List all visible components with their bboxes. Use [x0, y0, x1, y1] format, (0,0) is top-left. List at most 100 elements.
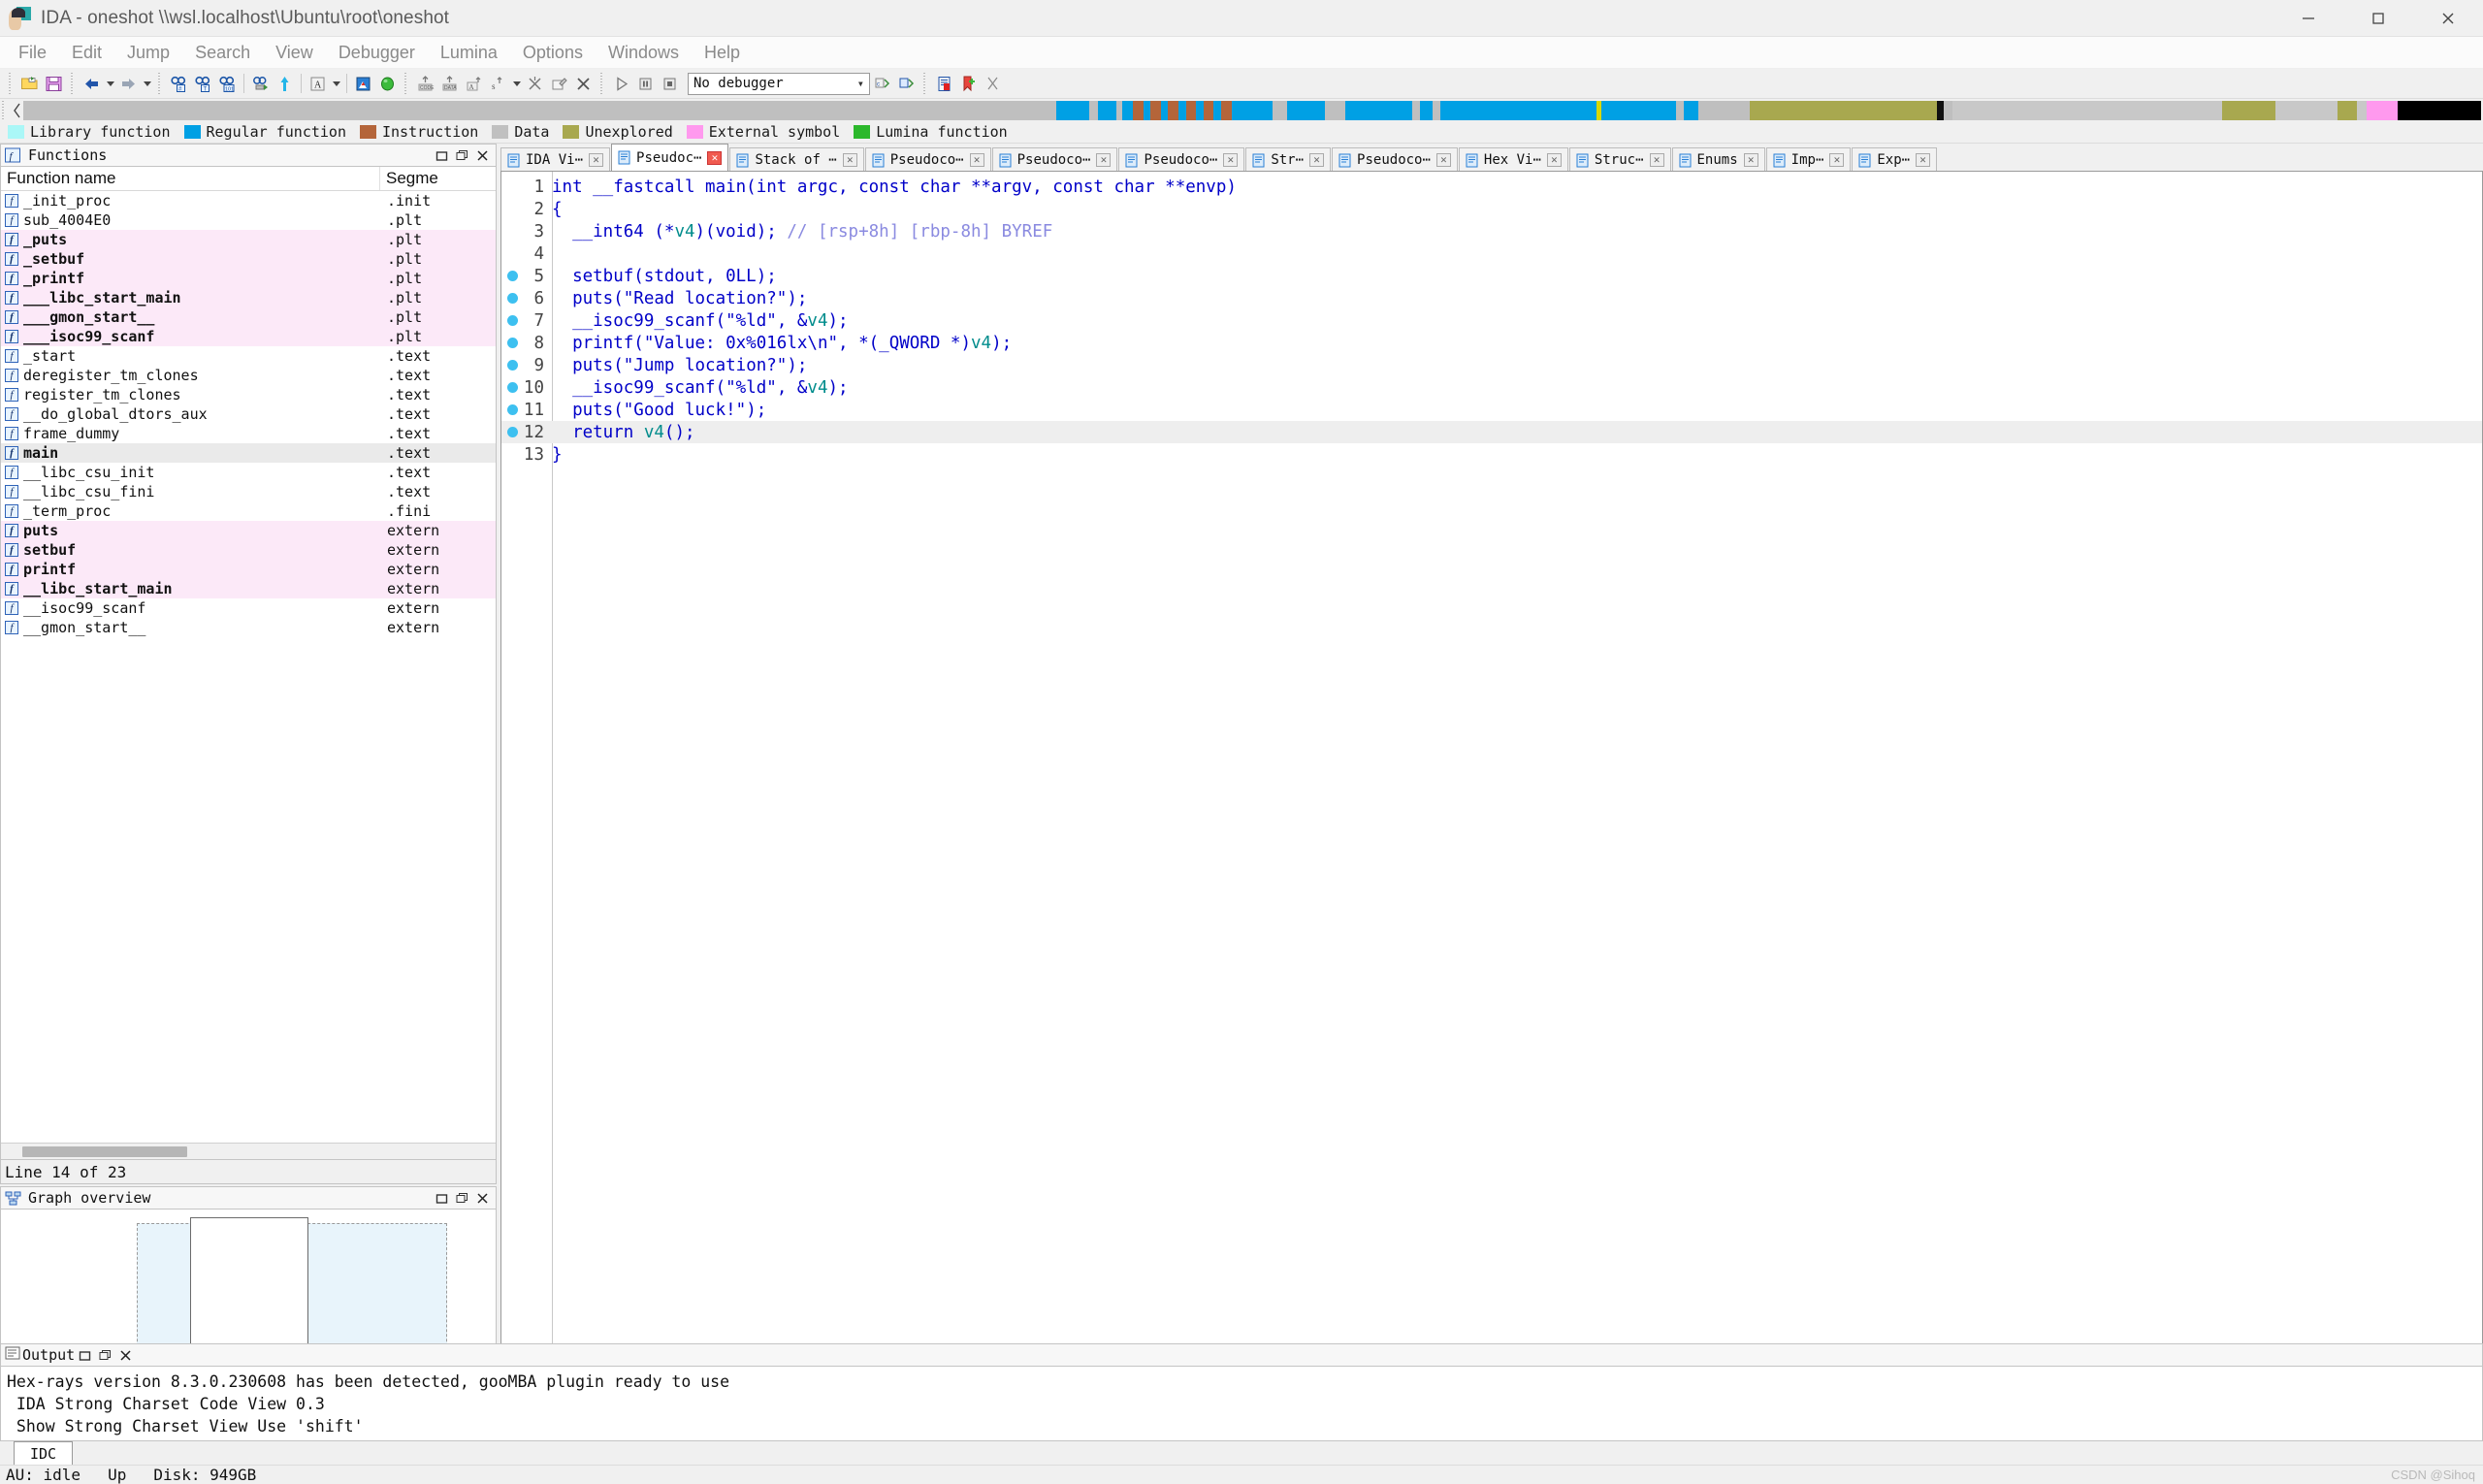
- undefine-icon[interactable]: [523, 72, 547, 96]
- list-icon[interactable]: [932, 72, 956, 96]
- navband-segment[interactable]: [1412, 101, 1421, 120]
- navband-segment[interactable]: [1213, 101, 1220, 120]
- navband-segment[interactable]: [1433, 101, 1441, 120]
- table-row[interactable]: f___gmon_start__.plt: [1, 307, 496, 327]
- navigation-band[interactable]: [23, 101, 2481, 120]
- breakpoint-dot-icon[interactable]: [507, 404, 518, 415]
- breakpoint-gutter[interactable]: [501, 271, 523, 281]
- ascii-string-icon[interactable]: A: [306, 72, 330, 96]
- breakpoint-dot-icon[interactable]: [507, 382, 518, 393]
- step-into-icon[interactable]: c: [870, 72, 894, 96]
- table-row[interactable]: fmain.text: [1, 443, 496, 463]
- navigate-back-icon[interactable]: [80, 72, 104, 96]
- output-tab-idc[interactable]: IDC: [14, 1441, 73, 1465]
- close-icon[interactable]: ✕: [1829, 153, 1844, 167]
- navband-segment[interactable]: [1420, 101, 1433, 120]
- code-line[interactable]: 1int __fastcall main(int argc, const cha…: [501, 176, 2482, 198]
- navband-segment[interactable]: [1144, 101, 1150, 120]
- jump-up-icon[interactable]: [273, 72, 297, 96]
- maximize-window-icon[interactable]: [452, 1189, 472, 1208]
- table-row[interactable]: f___libc_start_main.plt: [1, 288, 496, 307]
- search-bytes-icon[interactable]: 101: [215, 72, 240, 96]
- navband-segment[interactable]: [1089, 101, 1098, 120]
- menu-search[interactable]: Search: [182, 39, 263, 67]
- make-data-icon[interactable]: DATA: [437, 72, 462, 96]
- tab-pseudoco[interactable]: Pseudoco⋯✕: [865, 147, 991, 171]
- close-icon[interactable]: ✕: [1916, 153, 1930, 167]
- maximize-window-icon[interactable]: [95, 1346, 115, 1365]
- tab-imp[interactable]: Imp⋯✕: [1766, 147, 1852, 171]
- search-code-icon[interactable]: #: [167, 72, 191, 96]
- menu-debugger[interactable]: Debugger: [326, 39, 428, 67]
- close-icon[interactable]: ✕: [1309, 153, 1324, 167]
- navigate-forward-icon[interactable]: [116, 72, 141, 96]
- menu-lumina[interactable]: Lumina: [428, 39, 510, 67]
- scrollbar-thumb[interactable]: [22, 1146, 187, 1157]
- add-bookmark-icon[interactable]: [956, 72, 981, 96]
- table-row[interactable]: fsub_4004E0.plt: [1, 210, 496, 230]
- navband-segment[interactable]: [1204, 101, 1214, 120]
- toolbar-grip-3[interactable]: [156, 73, 164, 94]
- navband-segment[interactable]: [1937, 101, 1944, 120]
- navband-segment[interactable]: [1056, 101, 1089, 120]
- back-dropdown-icon[interactable]: [104, 72, 116, 96]
- code-line[interactable]: 6 puts("Read location?");: [501, 287, 2482, 309]
- tab-exp[interactable]: Exp⋯✕: [1852, 147, 1937, 171]
- table-row[interactable]: f_init_proc.init: [1, 191, 496, 210]
- menu-jump[interactable]: Jump: [114, 39, 182, 67]
- close-icon[interactable]: ✕: [1096, 153, 1111, 167]
- column-header-function-name[interactable]: Function name: [1, 167, 379, 190]
- graph-view-icon[interactable]: [351, 72, 375, 96]
- close-icon[interactable]: ✕: [707, 151, 722, 165]
- navband-segment[interactable]: [1161, 101, 1168, 120]
- code-line[interactable]: 12 return v4();: [501, 421, 2482, 443]
- menu-windows[interactable]: Windows: [596, 39, 692, 67]
- table-row[interactable]: f_start.text: [1, 346, 496, 366]
- navband-grip[interactable]: [0, 101, 10, 120]
- navband-segment[interactable]: [1440, 101, 1596, 120]
- navband-segment[interactable]: [2398, 101, 2481, 120]
- save-icon[interactable]: [42, 72, 66, 96]
- cut-icon[interactable]: [981, 72, 1005, 96]
- navband-segment[interactable]: [1186, 101, 1197, 120]
- tab-idavi[interactable]: IDA Vi⋯✕: [500, 147, 610, 171]
- navband-segment[interactable]: [1168, 101, 1178, 120]
- navband-segment[interactable]: [23, 101, 1056, 120]
- navband-segment[interactable]: [1698, 101, 1750, 120]
- navband-segment[interactable]: [1150, 101, 1161, 120]
- navband-segment[interactable]: [2338, 101, 2356, 120]
- toolbar-grip-4[interactable]: [403, 73, 410, 94]
- breakpoint-dot-icon[interactable]: [507, 360, 518, 371]
- navband-segment[interactable]: [1098, 101, 1116, 120]
- restore-window-icon[interactable]: [432, 1189, 452, 1208]
- breakpoint-gutter[interactable]: [501, 382, 523, 393]
- navband-segment[interactable]: [2367, 101, 2398, 120]
- code-line[interactable]: 9 puts("Jump location?");: [501, 354, 2482, 376]
- toolbar-grip[interactable]: [7, 73, 15, 94]
- navband-segment[interactable]: [1345, 101, 1411, 120]
- navband-segment[interactable]: [2275, 101, 2338, 120]
- close-icon[interactable]: ✕: [1547, 153, 1562, 167]
- table-row[interactable]: fprintfextern: [1, 560, 496, 579]
- code-line[interactable]: 4: [501, 242, 2482, 265]
- close-window-icon[interactable]: [115, 1346, 136, 1365]
- table-row[interactable]: f__isoc99_scanfextern: [1, 598, 496, 618]
- table-row[interactable]: fregister_tm_clones.text: [1, 385, 496, 404]
- restore-window-icon[interactable]: [432, 146, 452, 165]
- menu-edit[interactable]: Edit: [59, 39, 114, 67]
- open-file-icon[interactable]: [17, 72, 42, 96]
- struct-dropdown-icon[interactable]: [510, 72, 523, 96]
- functions-table-body[interactable]: f_init_proc.initfsub_4004E0.pltf_puts.pl…: [1, 191, 496, 1143]
- menu-view[interactable]: View: [263, 39, 326, 67]
- breakpoint-gutter[interactable]: [501, 338, 523, 348]
- navband-segment[interactable]: [1750, 101, 1936, 120]
- tab-enums[interactable]: Enums✕: [1672, 147, 1765, 171]
- tab-pseudoco[interactable]: Pseudoco⋯✕: [1332, 147, 1458, 171]
- breakpoint-dot-icon[interactable]: [507, 293, 518, 304]
- pseudocode-text-area[interactable]: 1int __fastcall main(int argc, const cha…: [501, 172, 2482, 1368]
- breakpoint-gutter[interactable]: [501, 293, 523, 304]
- code-line[interactable]: 5 setbuf(stdout, 0LL);: [501, 265, 2482, 287]
- make-array-icon[interactable]: A: [462, 72, 486, 96]
- delete-icon[interactable]: [571, 72, 596, 96]
- close-window-icon[interactable]: [472, 146, 493, 165]
